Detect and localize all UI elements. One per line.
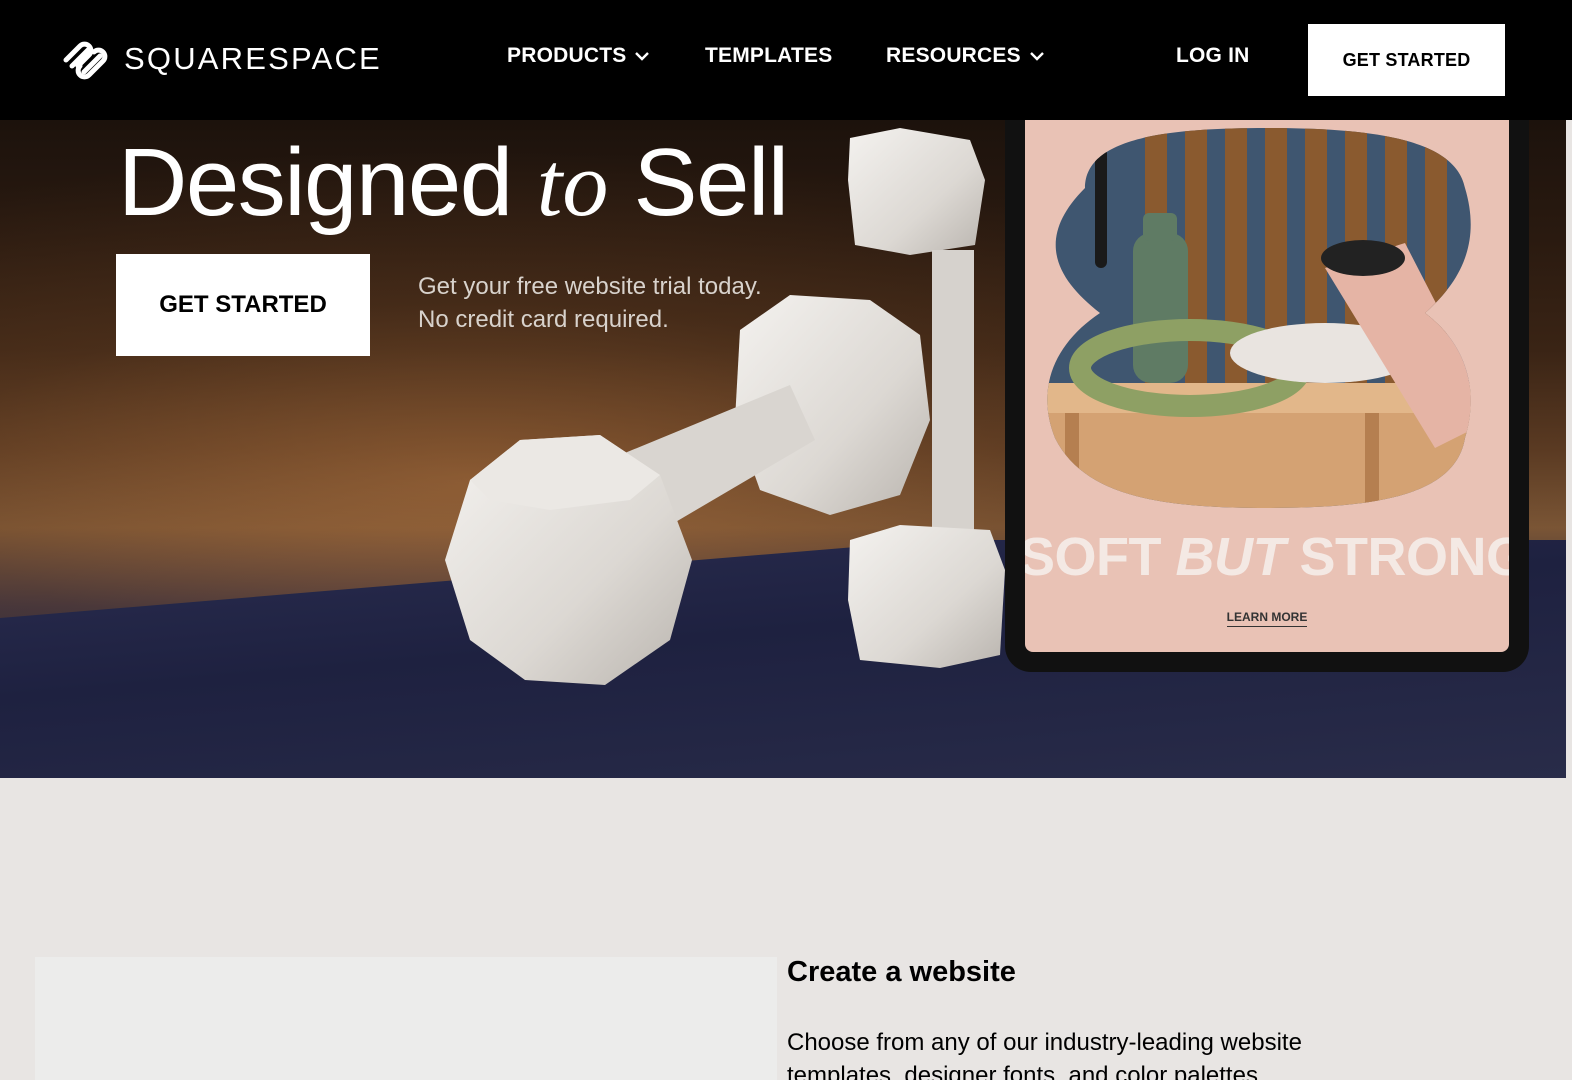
nav-get-started-button[interactable]: GET STARTED bbox=[1308, 24, 1505, 96]
logo-wordmark: SQUARESPACE bbox=[124, 41, 382, 76]
section-title: Create a website bbox=[787, 956, 1016, 988]
hero-subtitle-line2: No credit card required. bbox=[418, 306, 669, 333]
tablet-headline-italic: BUT bbox=[1175, 527, 1286, 587]
tablet-mockup: SOFT BUT STRONG LEARN MORE bbox=[1005, 120, 1529, 672]
nav-templates[interactable]: TEMPLATES bbox=[705, 44, 832, 68]
chevron-down-icon bbox=[635, 52, 650, 61]
learn-more-link[interactable]: LEARN MORE bbox=[1025, 610, 1509, 627]
tablet-headline-part2: STRONG bbox=[1299, 527, 1509, 587]
learn-more-label: LEARN MORE bbox=[1226, 610, 1308, 627]
login-link[interactable]: LOG IN bbox=[1176, 44, 1250, 68]
hero-subtitle: Get your free website trial today. No cr… bbox=[418, 270, 762, 336]
product-photo bbox=[1047, 128, 1471, 508]
nav-products-label: PRODUCTS bbox=[507, 44, 627, 67]
tablet-screen: SOFT BUT STRONG LEARN MORE bbox=[1025, 120, 1509, 652]
nav-resources[interactable]: RESOURCES bbox=[886, 44, 1045, 68]
template-preview-card bbox=[35, 957, 777, 1080]
hero-subtitle-line1: Get your free website trial today. bbox=[418, 273, 762, 300]
tablet-headline: SOFT BUT STRONG bbox=[1025, 526, 1509, 588]
nav-resources-label: RESOURCES bbox=[886, 44, 1021, 67]
nav-templates-label: TEMPLATES bbox=[705, 44, 833, 67]
hero-section: Designed to Sell GET STARTED Get your fr… bbox=[0, 120, 1566, 778]
tablet-headline-part1: SOFT bbox=[1025, 527, 1162, 587]
top-navigation: SQUARESPACE PRODUCTS TEMPLATES RESOURCES… bbox=[0, 0, 1572, 120]
create-website-section: Create a website Choose from any of our … bbox=[0, 778, 1572, 1080]
login-label: LOG IN bbox=[1176, 44, 1250, 67]
hero-title-part2: Sell bbox=[633, 129, 790, 236]
hero-title: Designed to Sell bbox=[118, 128, 790, 238]
chevron-down-icon bbox=[1029, 52, 1044, 61]
hero-title-part1: Designed bbox=[118, 129, 513, 236]
nav-products[interactable]: PRODUCTS bbox=[507, 44, 650, 68]
logo-link[interactable]: SQUARESPACE bbox=[58, 36, 382, 82]
hero-title-italic: to bbox=[536, 133, 609, 235]
section-body: Choose from any of our industry-leading … bbox=[787, 1029, 1302, 1080]
hero-get-started-button[interactable]: GET STARTED bbox=[116, 254, 370, 356]
squarespace-logo-icon bbox=[63, 41, 108, 80]
